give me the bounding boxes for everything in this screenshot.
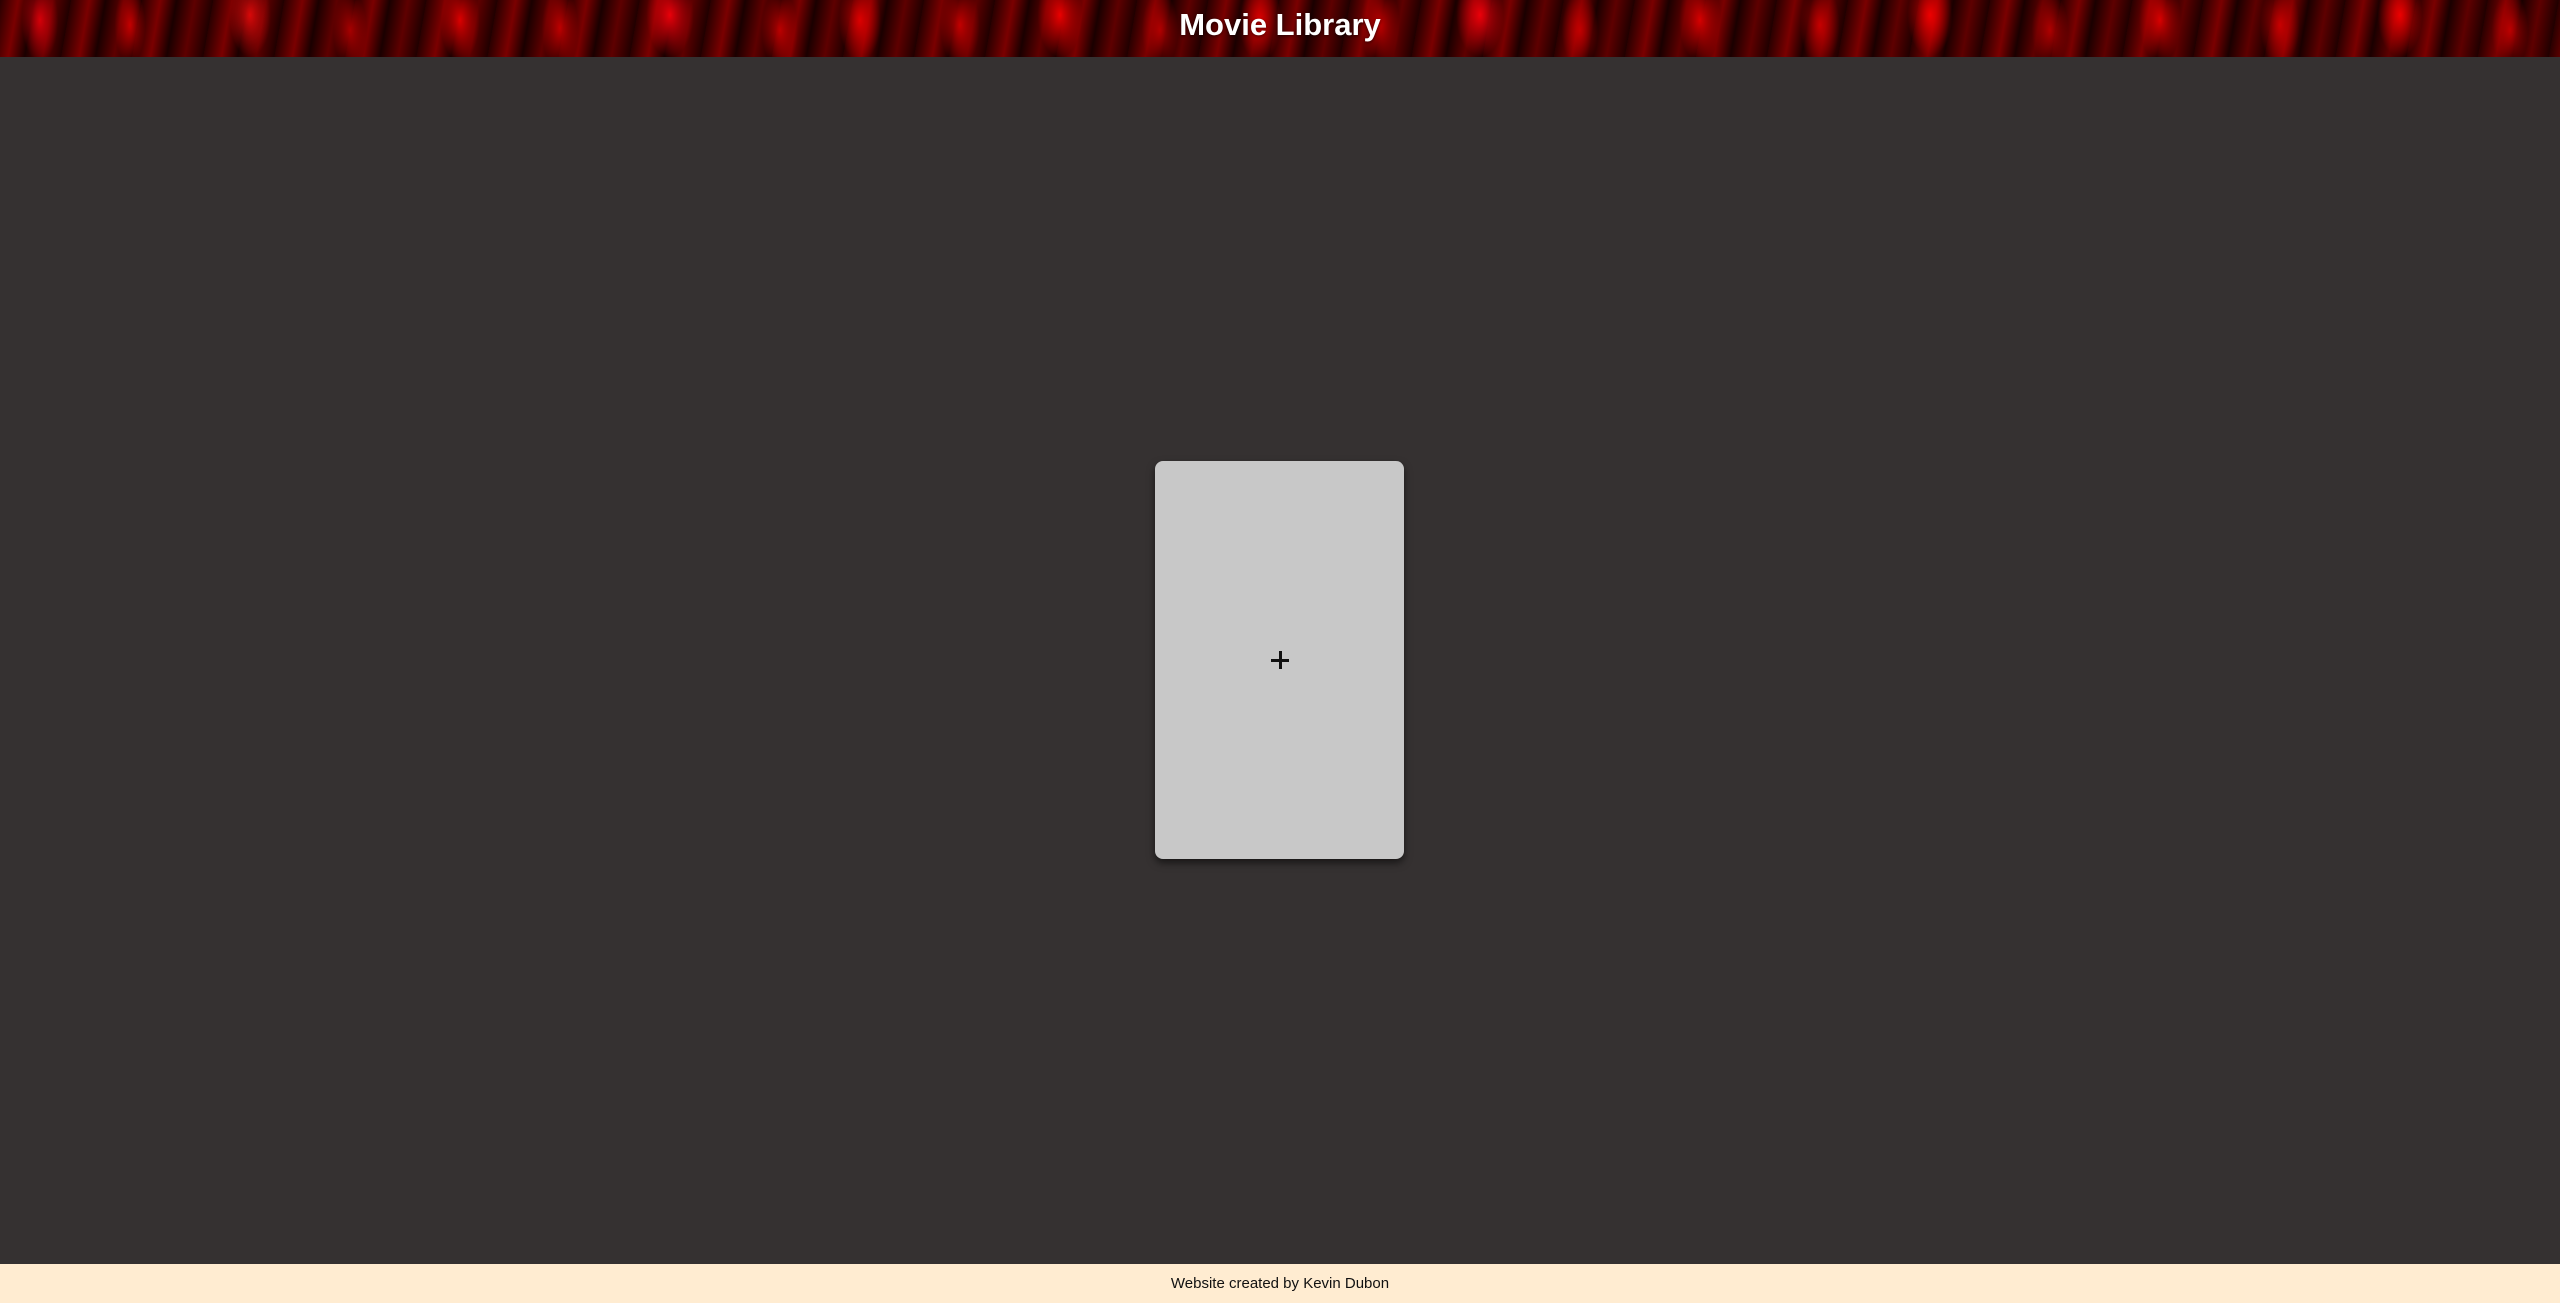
footer-credit: Website created by Kevin Dubon	[1170, 1275, 1390, 1292]
site-footer: Website created by Kevin Dubon	[0, 1264, 2560, 1303]
movie-grid	[0, 57, 2560, 1264]
add-movie-card[interactable]	[1155, 461, 1404, 859]
site-header: Movie Library	[0, 0, 2560, 57]
page-title: Movie Library	[1179, 6, 1381, 42]
plus-icon	[1270, 651, 1289, 669]
